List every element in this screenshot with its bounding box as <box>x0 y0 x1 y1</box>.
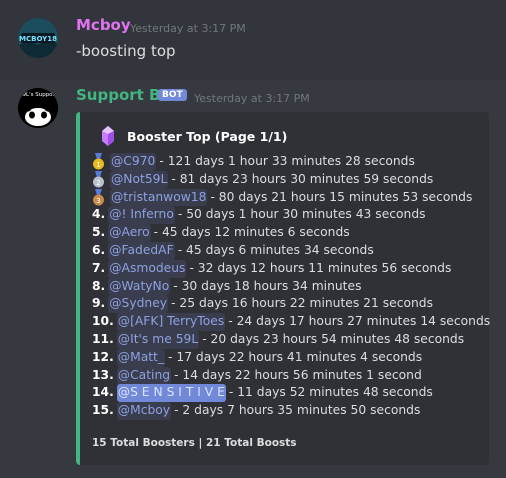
boost-duration: - 20 days 23 hours 54 minutes 48 seconds <box>202 331 465 346</box>
user-mention[interactable]: @S E N S I T I V E <box>116 384 226 403</box>
boost-duration: - 45 days 6 minutes 34 seconds <box>177 242 374 257</box>
user-mention[interactable]: @Cating <box>116 366 172 385</box>
booster-row: 5. @Aero - 45 days 12 minutes 6 seconds <box>92 224 490 242</box>
rank-number: 7. <box>92 260 106 275</box>
boost-duration: - 30 days 18 hours 34 minutes <box>173 278 362 293</box>
gem-icon <box>102 126 114 146</box>
boost-duration: - 80 days 21 hours 15 minutes 53 seconds <box>210 189 473 204</box>
user-mention[interactable]: @FadedAF <box>108 241 175 260</box>
bot-badge: BOT <box>158 89 187 101</box>
bronze-medal-icon: 3 <box>92 188 105 206</box>
message-1-content: -boosting top <box>76 42 176 60</box>
booster-row: 15. @Mcboy - 2 days 7 hours 35 minutes 50 … <box>92 402 490 420</box>
rank-number: 9. <box>92 296 106 311</box>
booster-row: 2 @Not59L - 81 days 23 hours 30 minutes 59… <box>92 170 490 189</box>
message-2-timestamp: Yesterday at 3:17 PM <box>194 92 310 105</box>
booster-row: 6. @FadedAF - 45 days 6 minutes 34 seconds <box>92 241 490 260</box>
booster-row: 8. @WatyNo - 30 days 18 hours 34 minutes <box>92 277 490 296</box>
user-mention[interactable]: @Sydney <box>108 295 169 314</box>
rank-number: 14. <box>92 385 114 400</box>
user-mention[interactable]: @It's me 59L <box>116 330 200 349</box>
message-1-timestamp: Yesterday at 3:17 PM <box>130 22 246 35</box>
rank-number: 8. <box>92 278 106 293</box>
embed-footer: 15 Total Boosters | 21 Total Boosts <box>92 437 297 449</box>
mcboy-avatar-image: MCBOY18 <box>18 18 58 58</box>
rank-number: 15. <box>92 403 114 418</box>
support-bot-avatar-image: 59L's Support <box>18 88 58 128</box>
rank-number: 12. <box>92 349 114 364</box>
rank-number: 13. <box>92 367 114 382</box>
boost-duration: - 50 days 1 hour 30 minutes 43 seconds <box>177 207 426 222</box>
medal-number: 2 <box>96 179 100 187</box>
user-mention[interactable]: @WatyNo <box>108 277 171 296</box>
boost-duration: - 121 days 1 hour 33 minutes 28 seconds <box>159 154 415 168</box>
user-mention[interactable]: @tristanwow18 <box>110 188 208 207</box>
embed-title: Booster Top (Page 1/1) <box>127 129 288 144</box>
booster-row: 1 @C970- 121 days 1 hour 33 minutes 28 se… <box>92 153 490 171</box>
user-mention[interactable]: @Aero <box>108 224 151 242</box>
rank-number: 5. <box>92 225 106 240</box>
user-mention[interactable]: @Not59L <box>110 170 169 189</box>
booster-row: 12. @Matt_ - 17 days 22 hours 41 minutes 4… <box>92 348 490 367</box>
user-mention[interactable]: @Mcboy <box>116 402 172 420</box>
rank-number: 4. <box>92 207 106 222</box>
support-bot-avatar[interactable]: 59L's Support <box>18 88 58 128</box>
booster-row: 9. @Sydney - 25 days 16 hours 22 minutes 2… <box>92 295 490 314</box>
boost-duration: - 32 days 12 hours 11 minutes 56 seconds <box>189 260 452 275</box>
username-mcboy[interactable]: Mcboy <box>76 16 131 34</box>
booster-embed: Booster Top (Page 1/1) 1 @C970- 121 days … <box>76 112 490 465</box>
booster-row: 14. @S E N S I T I V E- 11 days 52 minute… <box>92 384 490 403</box>
mcboy-avatar-text: MCBOY18 <box>19 35 57 43</box>
message-1-hover-bg <box>0 0 506 80</box>
rank-number: 6. <box>92 242 106 257</box>
rank-number: 10. <box>92 314 114 329</box>
booster-row: 4. @! Inferno - 50 days 1 hour 30 minutes … <box>92 206 490 225</box>
support-bot-avatar-text: 59L's Support <box>19 92 58 98</box>
boost-duration: - 25 days 16 hours 22 minutes 21 seconds <box>171 296 433 311</box>
boost-duration: - 2 days 7 hours 35 minutes 50 seconds <box>174 403 421 418</box>
boost-duration: - 14 days 22 hours 56 minutes 1 second <box>174 367 422 382</box>
medal-number: 3 <box>96 197 100 205</box>
booster-row: 13. @Cating - 14 days 22 hours 56 minutes … <box>92 366 490 385</box>
medal-number: 1 <box>96 161 100 169</box>
boost-duration: - 24 days 17 hours 27 minutes 14 seconds <box>228 314 491 329</box>
user-mention[interactable]: @! Inferno <box>108 206 175 225</box>
boost-duration: - 17 days 22 hours 41 minutes 4 seconds <box>168 349 423 364</box>
booster-row: 7. @Asmodeus - 32 days 12 hours 11 minutes… <box>92 259 490 278</box>
boost-duration: - 81 days 23 hours 30 minutes 59 seconds <box>171 171 434 186</box>
user-mention[interactable]: @Matt_ <box>116 348 166 367</box>
booster-row: 10. @[AFK] TerryToes - 24 days 17 hours 27… <box>92 313 490 331</box>
boost-duration: - 45 days 12 minutes 6 seconds <box>153 225 350 240</box>
boost-duration: - 11 days 52 minutes 48 seconds <box>228 385 433 400</box>
user-mention[interactable]: @[AFK] TerryToes <box>116 313 226 331</box>
rank-number: 11. <box>92 331 114 346</box>
mcboy-avatar[interactable]: MCBOY18 <box>18 18 58 58</box>
booster-list: 1 @C970- 121 days 1 hour 33 minutes 28 se… <box>92 153 490 420</box>
booster-row: 3 @tristanwow18- 80 days 21 hours 15 minu… <box>92 188 490 207</box>
user-mention[interactable]: @C970 <box>110 153 157 171</box>
silver-medal-icon: 2 <box>92 171 105 188</box>
gold-medal-icon: 1 <box>92 153 105 170</box>
booster-row: 11. @It's me 59L - 20 days 23 hours 54 min… <box>92 330 490 349</box>
user-mention[interactable]: @Asmodeus <box>108 259 187 278</box>
